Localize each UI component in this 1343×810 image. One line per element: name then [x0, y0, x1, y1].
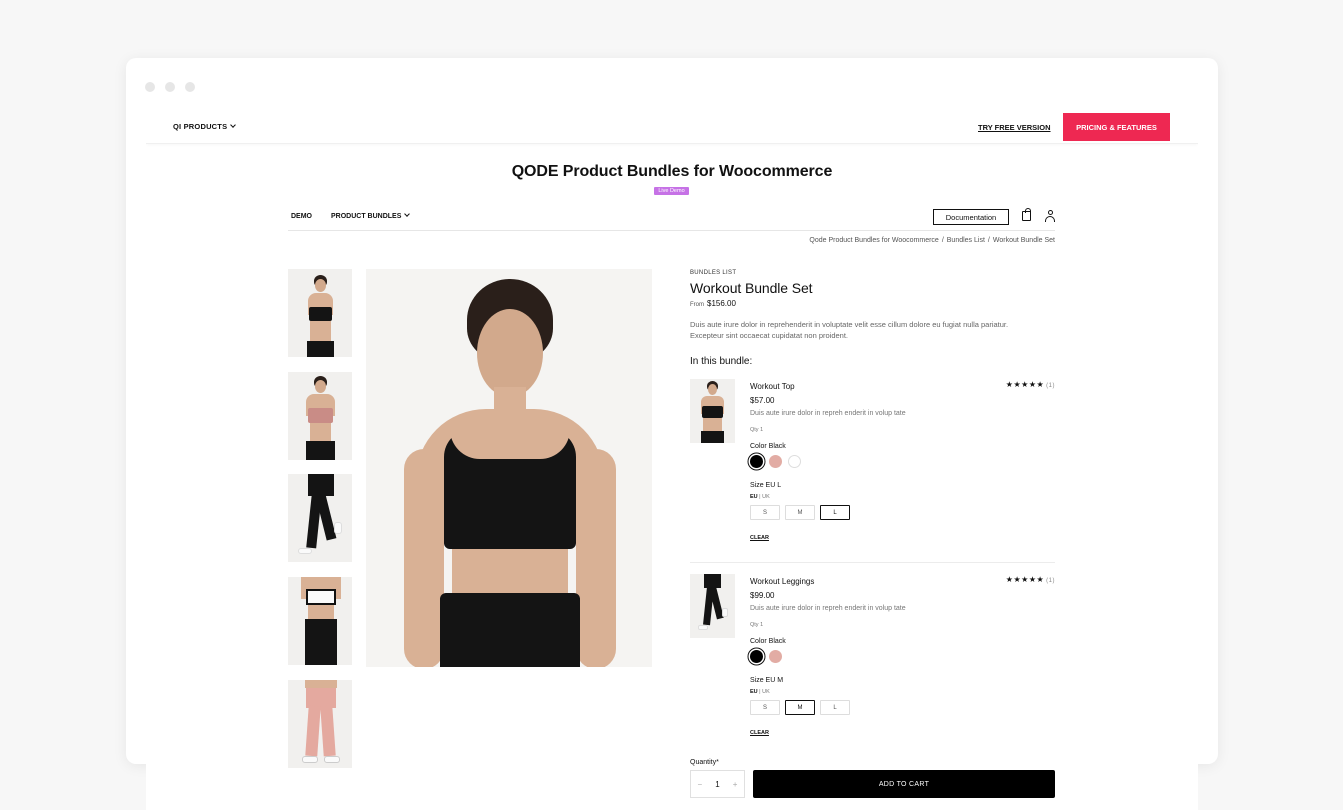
bundle-item-qty: Qty 1 [750, 427, 764, 433]
bundle-heading: In this bundle: [690, 356, 753, 367]
documentation-button[interactable]: Documentation [933, 209, 1009, 225]
product-price: From $156.00 [690, 299, 736, 308]
price-prefix: From [690, 302, 704, 308]
clear-selection-link[interactable]: CLEAR [750, 730, 769, 736]
gallery-thumbnail[interactable] [288, 577, 352, 665]
rating-count: (1) [1046, 383, 1055, 389]
chevron-down-icon [404, 211, 411, 217]
top-bar: QI PRODUCTS TRY FREE VERSION PRICING & F… [146, 110, 1198, 144]
size-label: Size EU M [750, 677, 784, 684]
try-free-version-link[interactable]: TRY FREE VERSION [978, 123, 1051, 132]
size-option-l[interactable]: L [820, 505, 850, 520]
clear-selection-link[interactable]: CLEAR [750, 535, 769, 541]
star-icons: ★★★★★ [1005, 575, 1045, 584]
chevron-down-icon [230, 122, 237, 128]
bundle-item-price: $99.00 [750, 591, 775, 600]
bundle-item-name[interactable]: Workout Top [750, 382, 795, 391]
size-option-s[interactable]: S [750, 700, 780, 715]
window-control-dot [145, 82, 155, 92]
size-system-switch[interactable]: EU | UK [750, 689, 770, 695]
product-title: Workout Bundle Set [690, 280, 813, 296]
product-category[interactable]: BUNDLES LIST [690, 270, 736, 276]
breadcrumb-current: Workout Bundle Set [992, 237, 1055, 244]
qi-products-menu[interactable]: QI PRODUCTS [173, 122, 237, 131]
user-icon[interactable] [1045, 210, 1055, 222]
main-product-image[interactable] [366, 269, 652, 667]
bundle-item-name[interactable]: Workout Leggings [750, 577, 814, 586]
rating: ★★★★★ (1) [1006, 575, 1055, 584]
bundle-item-qty: Qty 1 [750, 622, 764, 628]
breadcrumb-link[interactable]: Qode Product Bundles for Woocommerce [809, 237, 938, 244]
color-label: Color Black [750, 443, 786, 450]
color-swatch-black[interactable] [750, 455, 763, 468]
nav-item-demo[interactable]: DEMO [291, 213, 312, 220]
size-option-m[interactable]: M [785, 505, 815, 520]
bundle-item-description: Duis aute irure dolor in repreh enderit … [750, 605, 906, 612]
quantity-plus-button[interactable]: + [733, 780, 738, 789]
product-description: Duis aute irure dolor in reprehenderit i… [690, 320, 1009, 340]
gallery-thumbnail[interactable] [288, 269, 352, 357]
live-demo-badge: Live Demo [654, 187, 689, 195]
color-label: Color Black [750, 638, 786, 645]
window-control-dot [185, 82, 195, 92]
size-option-m[interactable]: M [785, 700, 815, 715]
size-label: Size EU L [750, 482, 782, 489]
qi-products-label: QI PRODUCTS [173, 122, 228, 131]
window-control-dot [165, 82, 175, 92]
price-value: $156.00 [707, 299, 736, 308]
rating: ★★★★★ (1) [1006, 380, 1055, 389]
quantity-label: Quantity* [690, 759, 719, 766]
gallery-thumbnail[interactable] [288, 680, 352, 768]
gallery-thumbnail[interactable] [288, 372, 352, 460]
quantity-stepper[interactable]: − 1 + [690, 770, 745, 798]
cart-icon[interactable] [1022, 208, 1031, 221]
bundle-item-price: $57.00 [750, 396, 775, 405]
divider [690, 562, 1055, 563]
bundle-item: Workout Top $57.00 Duis aute irure dolor… [690, 379, 1055, 549]
nav-item-product-bundles[interactable]: PRODUCT BUNDLES [331, 211, 411, 220]
bundle-item-description: Duis aute irure dolor in repreh enderit … [750, 410, 906, 417]
quantity-input[interactable]: 1 [715, 780, 719, 789]
gallery-thumbnail[interactable] [288, 474, 352, 562]
color-swatch-black[interactable] [750, 650, 763, 663]
size-system-eu[interactable]: EU [750, 689, 758, 695]
size-system-switch[interactable]: EU | UK [750, 494, 770, 500]
size-option-s[interactable]: S [750, 505, 780, 520]
pricing-features-button[interactable]: PRICING & FEATURES [1063, 113, 1170, 141]
quantity-minus-button[interactable]: − [698, 780, 703, 789]
size-option-l[interactable]: L [820, 700, 850, 715]
bundle-item-image[interactable] [690, 379, 735, 443]
page-viewport: QI PRODUCTS TRY FREE VERSION PRICING & F… [146, 110, 1198, 810]
page-title: QODE Product Bundles for Woocommerce [511, 163, 833, 180]
size-system-uk[interactable]: UK [762, 494, 770, 500]
nav-item-label: PRODUCT BUNDLES [331, 213, 402, 220]
size-system-eu[interactable]: EU [750, 494, 758, 500]
color-swatch-white[interactable] [788, 455, 801, 468]
color-swatch-pink[interactable] [769, 650, 782, 663]
color-swatch-pink[interactable] [769, 455, 782, 468]
rating-count: (1) [1046, 578, 1055, 584]
bundle-item: Workout Leggings $99.00 Duis aute irure … [690, 574, 1055, 744]
demo-nav: DEMO PRODUCT BUNDLES Documentation [288, 208, 1055, 231]
breadcrumb-link[interactable]: Bundles List [947, 237, 985, 244]
size-system-uk[interactable]: UK [762, 689, 770, 695]
breadcrumb: Qode Product Bundles for Woocommerce / Bun… [809, 237, 1055, 244]
star-icons: ★★★★★ [1005, 380, 1045, 389]
bundle-item-image[interactable] [690, 574, 735, 638]
add-to-cart-button[interactable]: ADD TO CART [753, 770, 1055, 798]
